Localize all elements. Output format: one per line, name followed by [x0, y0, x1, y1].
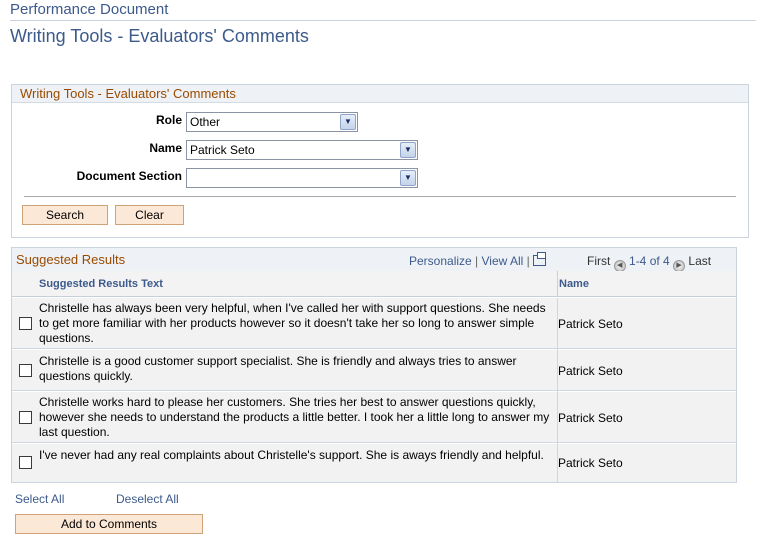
row-checkbox[interactable]: [19, 411, 32, 424]
row-name: Patrick Seto: [558, 456, 623, 470]
name-label: Name: [149, 141, 182, 155]
table-row: Christelle is a good customer support sp…: [12, 350, 736, 391]
new-window-icon[interactable]: [533, 252, 547, 266]
table-row: Christelle works hard to please her cust…: [12, 392, 736, 443]
breadcrumb: Performance Document: [10, 1, 169, 18]
view-all-link[interactable]: View All: [482, 254, 524, 268]
row-text: Christelle is a good customer support sp…: [39, 354, 517, 383]
nav-separator: |: [526, 254, 530, 268]
first-label: First: [587, 254, 611, 268]
column-header-name[interactable]: Name: [557, 271, 736, 297]
select-all-link[interactable]: Select All: [15, 492, 64, 506]
column-divider: [557, 298, 558, 482]
row-text: Christelle has always been very helpful,…: [39, 301, 546, 345]
grid-title: Suggested Results: [16, 252, 126, 267]
search-box-title: Writing Tools - Evaluators' Comments: [12, 85, 748, 103]
name-select[interactable]: Patrick Seto ▼: [186, 140, 418, 160]
row-checkbox[interactable]: [19, 456, 32, 469]
row-checkbox[interactable]: [19, 364, 32, 377]
row-text: I've never had any real complaints about…: [39, 448, 544, 462]
table-row: I've never had any real complaints about…: [12, 444, 736, 482]
document-section-label: Document Section: [76, 169, 182, 183]
search-button[interactable]: Search: [22, 205, 108, 225]
nav-separator: |: [475, 254, 479, 268]
role-select[interactable]: Other ▼: [186, 112, 358, 132]
chevron-down-icon[interactable]: ▼: [400, 170, 416, 186]
table-row: Christelle has always been very helpful,…: [12, 298, 736, 349]
title-divider: [10, 20, 756, 21]
document-section-select[interactable]: ▼: [186, 168, 418, 188]
column-header-text[interactable]: Suggested Results Text: [12, 271, 557, 297]
chevron-down-icon[interactable]: ▼: [400, 142, 416, 158]
row-checkbox[interactable]: [19, 317, 32, 330]
row-name: Patrick Seto: [558, 364, 623, 378]
clear-button[interactable]: Clear: [115, 205, 184, 225]
chevron-down-icon[interactable]: ▼: [340, 114, 356, 130]
role-label: Role: [155, 113, 182, 127]
grid-header: Suggested Results Personalize | View All…: [12, 248, 736, 272]
search-divider: [24, 196, 736, 197]
row-text: Christelle works hard to please her cust…: [39, 395, 550, 439]
add-to-comments-button[interactable]: Add to Comments: [15, 514, 203, 534]
row-name: Patrick Seto: [558, 411, 623, 425]
name-select-value: Patrick Seto: [190, 143, 255, 157]
last-label: Last: [688, 254, 712, 268]
role-select-value: Other: [190, 115, 221, 129]
personalize-link[interactable]: Personalize: [409, 254, 472, 268]
row-name: Patrick Seto: [558, 317, 623, 331]
suggested-results-grid: Suggested Results Personalize | View All…: [11, 247, 737, 483]
deselect-all-link[interactable]: Deselect All: [116, 492, 179, 506]
row-range: 1-4 of 4: [629, 254, 670, 268]
search-criteria-box: Writing Tools - Evaluators' Comments Rol…: [11, 84, 749, 238]
page-title: Writing Tools - Evaluators' Comments: [10, 26, 309, 46]
